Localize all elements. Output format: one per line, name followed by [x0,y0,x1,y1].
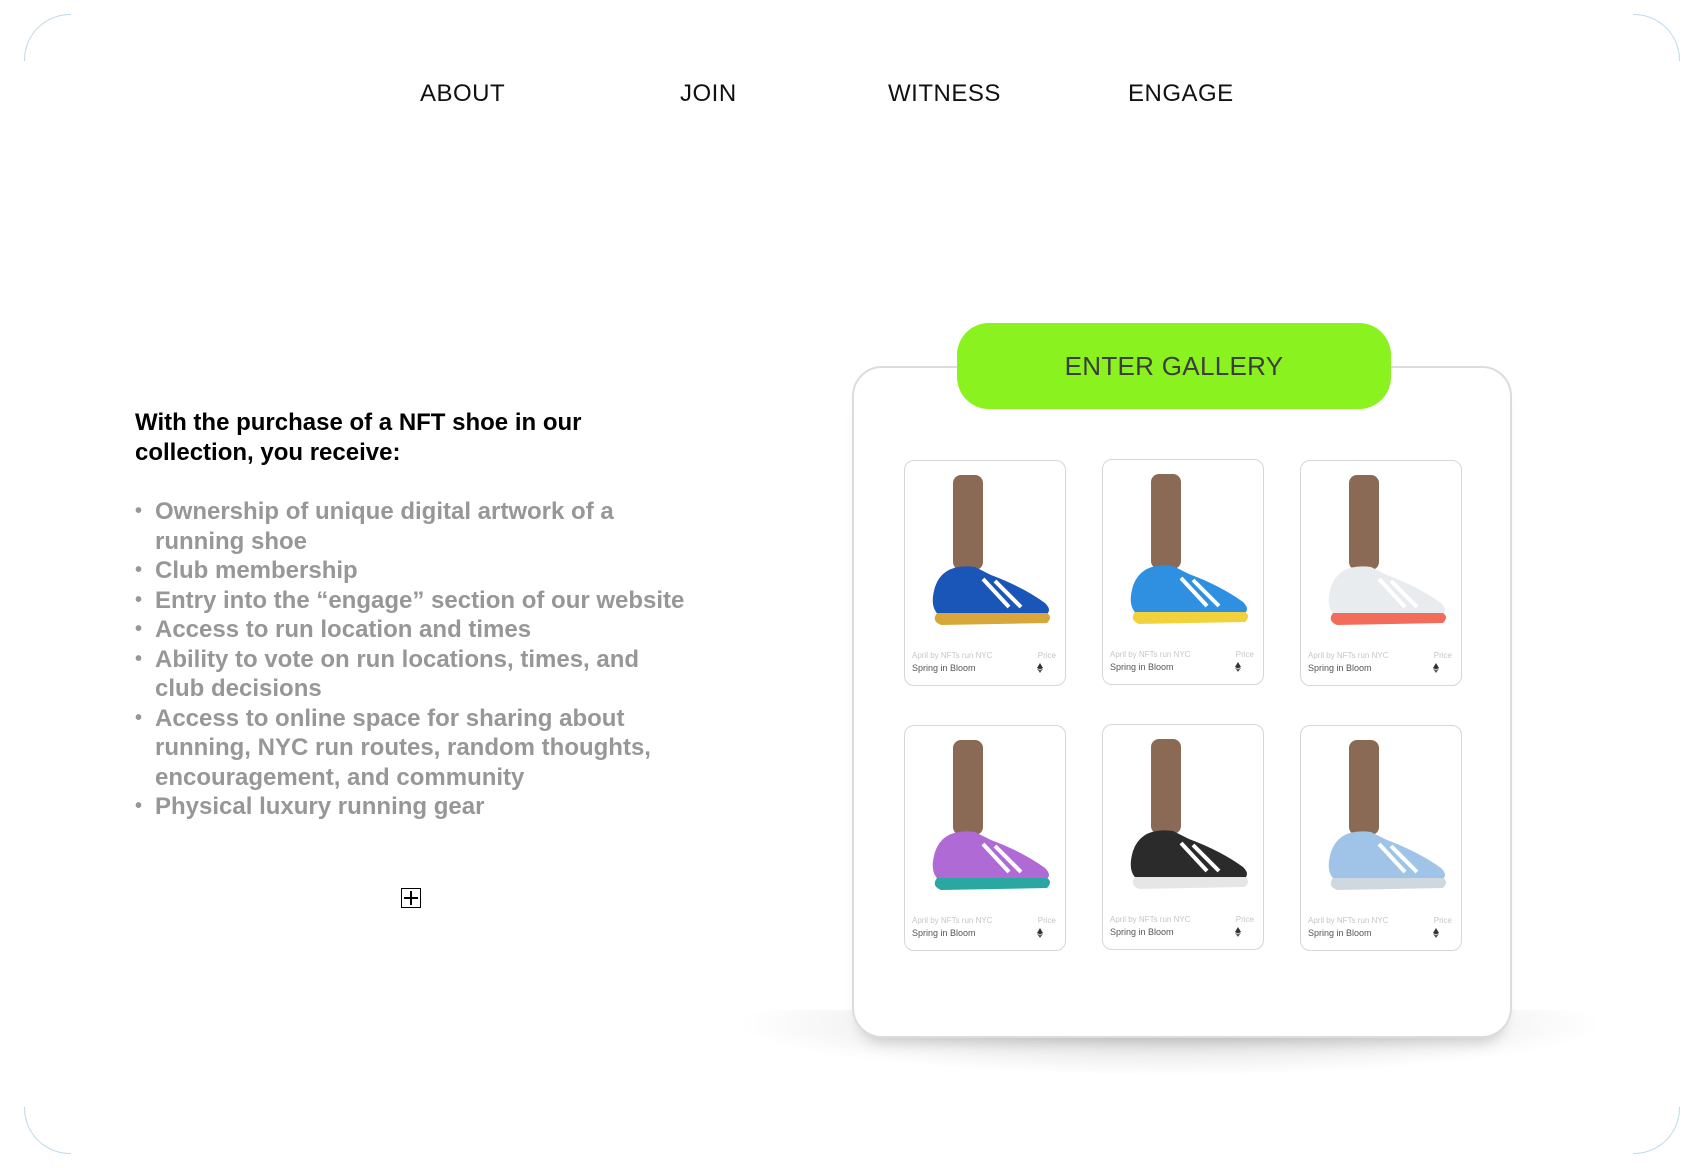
ethereum-icon [1433,663,1439,673]
shoe-sole [934,878,1050,890]
bullet-icon: • [135,618,143,640]
price-label: Price [1433,916,1452,925]
expand-icon[interactable] [401,888,421,908]
card-title: Spring in Bloom [1308,928,1372,938]
shoe-image [1328,740,1446,890]
card-title: Spring in Bloom [1110,927,1174,937]
bullet-icon: • [135,647,143,670]
nft-card[interactable]: April by NFTs run NYC Spring in Bloom Pr… [904,725,1066,951]
benefit-item: • Club membership [135,557,358,584]
shoe-image [1130,739,1248,889]
card-title: Spring in Bloom [912,928,976,938]
card-title: Spring in Bloom [1308,663,1372,673]
nav-engage[interactable]: ENGAGE [1128,80,1234,108]
shoe-sole [1330,613,1446,625]
leg-shape [953,740,983,835]
price-label: Price [1037,651,1056,660]
shoe-upper [1130,830,1247,879]
benefits-list: • Ownership of unique digital artwork of … [135,497,695,822]
nft-card[interactable]: April by NFTs run NYC Spring in Bloom Pr… [1300,725,1462,951]
shoe-upper [932,831,1049,880]
card-subtitle: April by NFTs run NYC [1308,651,1389,660]
frame-corner [24,14,71,61]
price-label: Price [1235,915,1254,924]
price-label: Price [1235,650,1254,659]
leg-shape [953,475,983,570]
ethereum-icon [1433,928,1439,938]
card-subtitle: April by NFTs run NYC [1308,916,1389,925]
ethereum-icon [1037,928,1043,938]
shoe-sole [1132,612,1248,624]
shoe-image [932,740,1050,890]
card-subtitle: April by NFTs run NYC [1110,650,1191,659]
benefit-item: • Access to run location and times [135,616,532,643]
shoe-upper [1130,565,1247,614]
ethereum-icon [1235,662,1241,672]
enter-gallery-button[interactable]: ENTER GALLERY [957,323,1391,409]
shoe-sole [1132,877,1248,889]
nft-card[interactable]: April by NFTs run NYC Spring in Bloom Pr… [1300,460,1462,686]
ethereum-icon [1037,663,1043,673]
bullet-icon: • [135,795,143,817]
benefit-item: • Ability to vote on run locations, times… [135,645,640,703]
benefit-item: • Entry into the “engage” section of our … [135,586,685,614]
card-subtitle: April by NFTs run NYC [1110,915,1191,924]
frame-corner [1633,1107,1680,1154]
shoe-image [932,475,1050,625]
bullet-icon: • [135,588,143,611]
shoe-upper [1328,566,1445,615]
nav-witness[interactable]: WITNESS [888,80,1001,108]
price-label: Price [1433,651,1452,660]
shoe-image [1328,475,1446,625]
shoe-upper [932,566,1049,615]
card-subtitle: April by NFTs run NYC [912,916,993,925]
nav-about[interactable]: ABOUT [420,80,505,108]
shoe-sole [1330,878,1446,890]
benefit-item: • Physical luxury running gear [135,793,485,820]
card-subtitle: April by NFTs run NYC [912,651,993,660]
nft-card[interactable]: April by NFTs run NYC Spring in Bloom Pr… [1102,724,1264,950]
frame-corner [1633,14,1680,61]
bullet-icon: • [135,706,143,729]
card-title: Spring in Bloom [912,663,976,673]
nft-card[interactable]: April by NFTs run NYC Spring in Bloom Pr… [904,460,1066,686]
benefit-item: • Access to online space for sharing abou… [135,704,651,791]
shoe-sole [934,613,1050,625]
frame-corner [24,1107,71,1154]
ethereum-icon [1235,927,1241,937]
card-title: Spring in Bloom [1110,662,1174,672]
price-label: Price [1037,916,1056,925]
bullet-icon: • [135,559,143,581]
leg-shape [1349,740,1379,835]
shoe-upper [1328,831,1445,880]
nav-join[interactable]: JOIN [680,80,737,108]
leg-shape [1151,739,1181,834]
benefit-item: • Ownership of unique digital artwork of … [135,498,614,555]
nft-card[interactable]: April by NFTs run NYC Spring in Bloom Pr… [1102,459,1264,685]
leg-shape [1151,474,1181,569]
bullet-icon: • [135,500,143,522]
shoe-image [1130,474,1248,624]
leg-shape [1349,475,1379,570]
benefits-heading: With the purchase of a NFT shoe in our c… [135,409,582,466]
